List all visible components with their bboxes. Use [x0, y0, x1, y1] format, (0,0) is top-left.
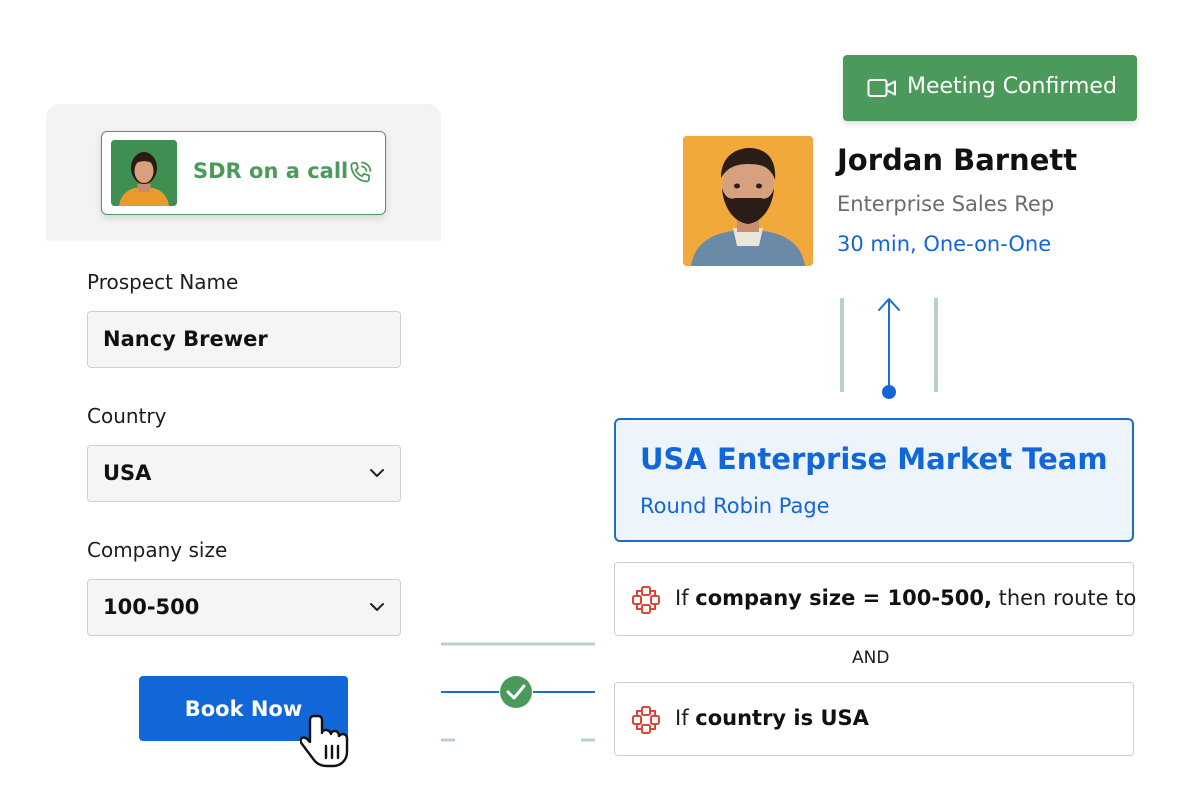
rep-title: Enterprise Sales Rep [837, 192, 1055, 216]
routing-rule-company-size: If company size = 100-500, then route to [614, 562, 1137, 636]
check-circle-icon [500, 676, 532, 708]
team-title: USA Enterprise Market Team [640, 442, 1108, 476]
sdr-avatar [111, 140, 177, 206]
company-size-label: Company size [87, 538, 228, 562]
rule-text: If company size = 100-500, then route to [675, 586, 1137, 610]
team-card[interactable]: USA Enterprise Market Team Round Robin P… [614, 418, 1134, 542]
meeting-confirmed-badge: Meeting Confirmed [843, 55, 1137, 121]
chevron-down-icon [370, 603, 384, 611]
routing-rule-country: If country is USA [614, 682, 1134, 756]
prospect-name-value: Nancy Brewer [103, 327, 268, 351]
rep-avatar [683, 136, 813, 266]
video-camera-icon [867, 79, 896, 97]
sdr-status-chip: SDR on a call [101, 131, 386, 215]
and-joiner: AND [852, 648, 890, 668]
company-size-value: 100-500 [103, 595, 200, 619]
connector-lines [441, 642, 595, 742]
rule-text: If country is USA [675, 706, 869, 730]
meeting-confirmed-label: Meeting Confirmed [907, 74, 1117, 99]
country-value: USA [103, 461, 152, 485]
team-subtitle: Round Robin Page [640, 494, 830, 518]
routing-arrow [840, 298, 938, 399]
country-select[interactable]: USA [87, 445, 401, 502]
hand-pointer-icon [300, 714, 349, 768]
routing-nodes-icon [632, 706, 660, 734]
country-label: Country [87, 404, 167, 428]
prospect-name-input[interactable]: Nancy Brewer [87, 311, 401, 368]
phone-ringing-icon [350, 161, 372, 183]
routing-nodes-icon [632, 586, 660, 614]
sdr-status-label: SDR on a call [193, 159, 349, 183]
chevron-down-icon [370, 469, 384, 477]
meeting-duration: 30 min, One-on-One [837, 232, 1052, 256]
company-size-select[interactable]: 100-500 [87, 579, 401, 636]
rep-name: Jordan Barnett [837, 143, 1078, 177]
prospect-name-label: Prospect Name [87, 270, 239, 294]
